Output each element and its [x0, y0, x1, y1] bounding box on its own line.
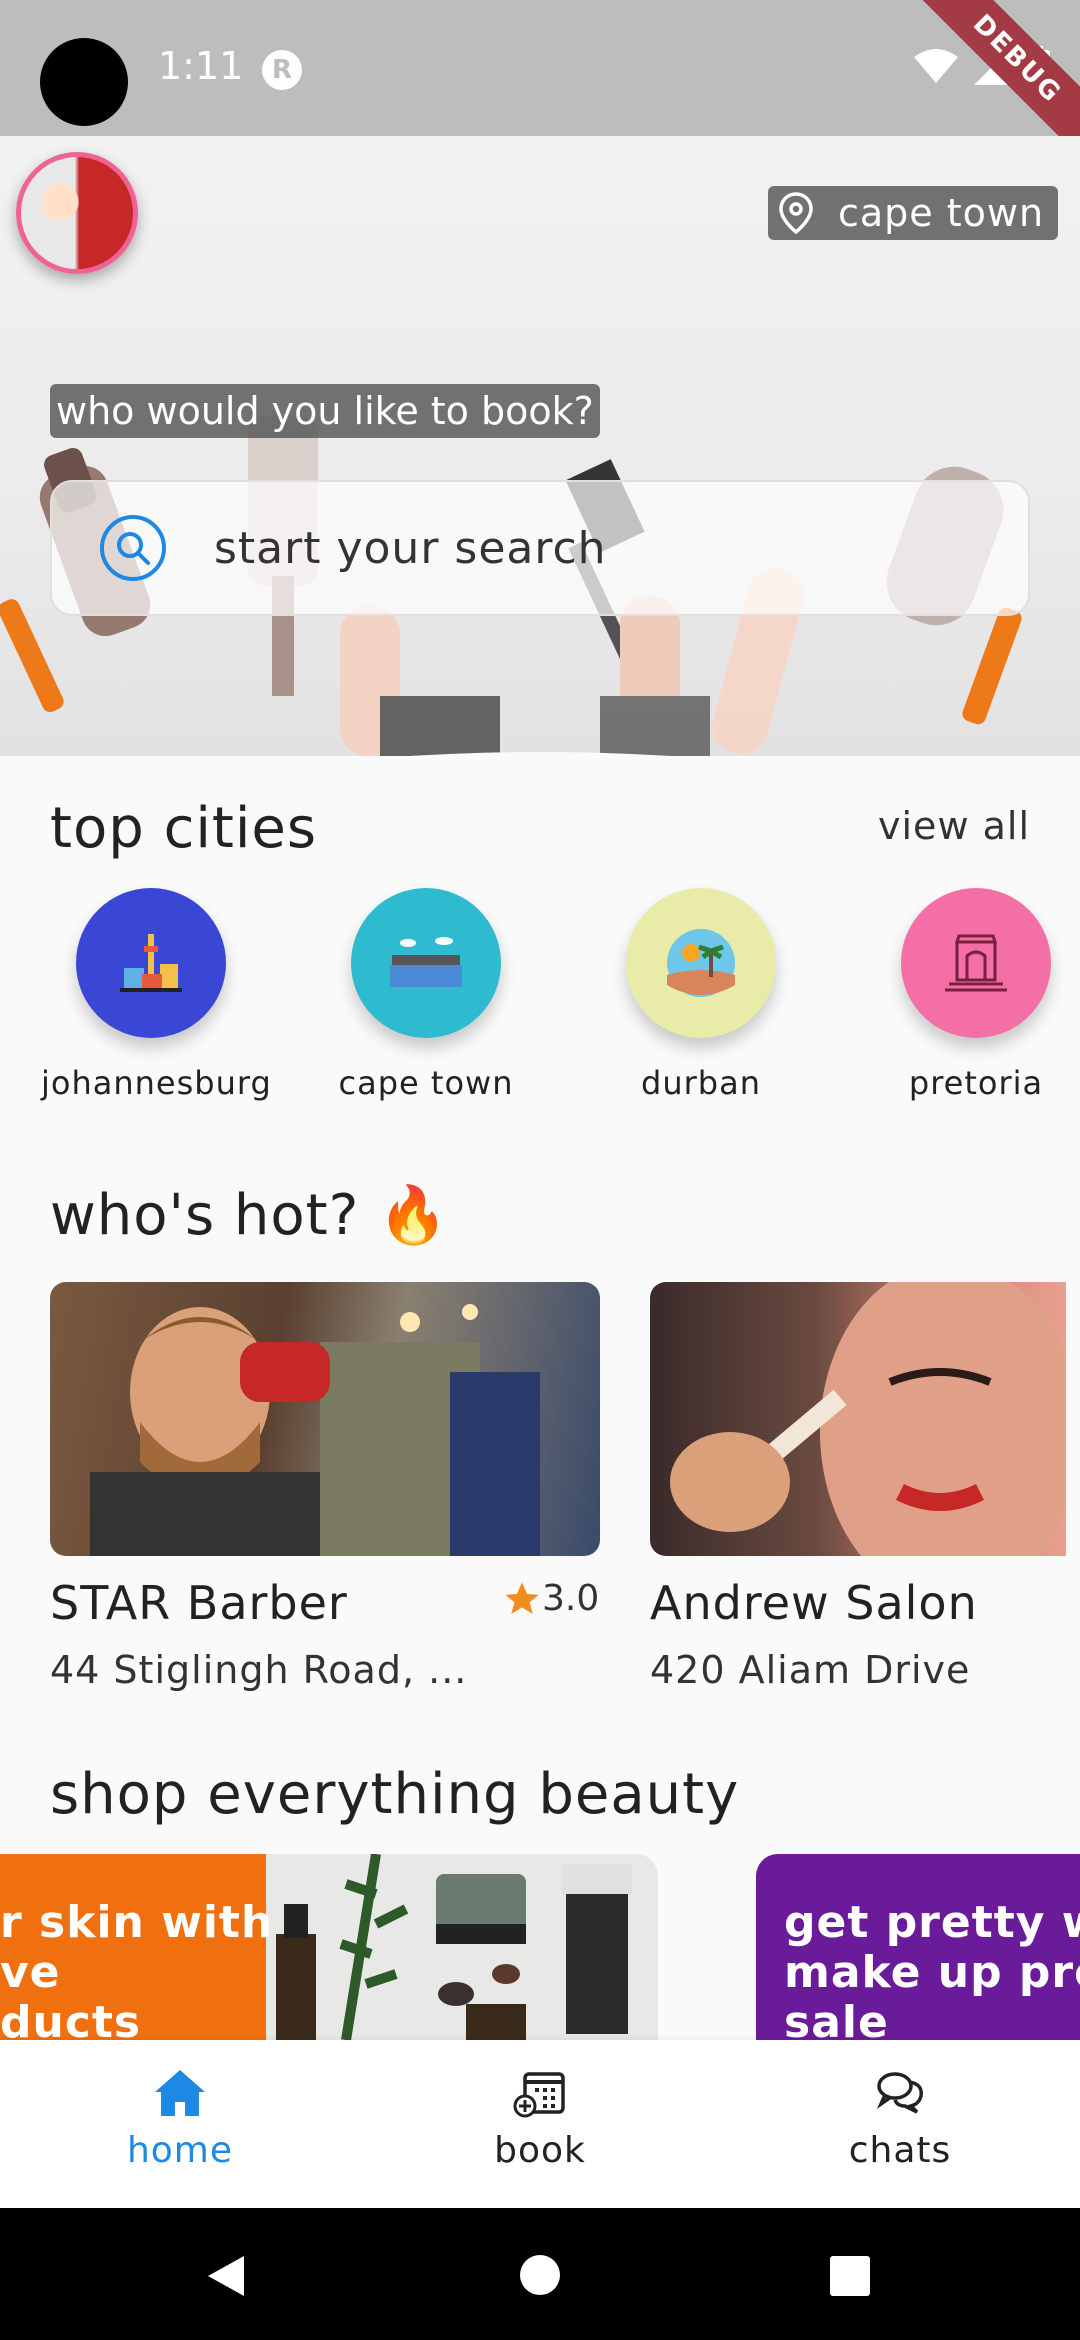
notification-icon: R	[262, 50, 302, 90]
shop-banner-make-up-sale[interactable]: get pretty wit make up proc sale	[756, 1854, 1080, 2040]
top-cities-title: top cities	[50, 796, 318, 861]
search-placeholder: start your search	[214, 522, 607, 574]
status-bar: 1:11 R DEBUG	[0, 0, 1080, 166]
nav-home[interactable]: home	[80, 2068, 280, 2171]
city-item-johannesburg[interactable]: johannesburg	[41, 888, 272, 1102]
search-input[interactable]: start your search	[50, 480, 1030, 616]
wifi-icon	[914, 49, 958, 83]
bottom-navigation: home book chats	[0, 2040, 1080, 2208]
system-navigation-bar	[0, 2208, 1080, 2340]
city-label: durban	[641, 1064, 761, 1102]
view-all-link[interactable]: view all	[878, 804, 1030, 848]
salon-address: 44 Stiglingh Road, ...	[50, 1648, 468, 1692]
star-icon	[505, 1581, 539, 1614]
salon-address: 420 Aliam Drive	[650, 1648, 971, 1692]
salon-photo	[50, 1282, 600, 1556]
camera-cutout	[40, 38, 128, 126]
city-cape-town-icon	[351, 888, 501, 1038]
city-pretoria-icon	[901, 888, 1051, 1038]
location-selector[interactable]: cape town	[768, 186, 1059, 240]
city-item-pretoria[interactable]: pretoria	[866, 888, 1080, 1102]
city-label: cape town	[338, 1064, 514, 1102]
city-label: johannesburg	[41, 1064, 272, 1102]
location-pin-icon	[779, 192, 813, 234]
book-prompt: who would you like to book?	[50, 384, 600, 438]
city-durban-icon	[626, 888, 776, 1038]
home-icon	[155, 2070, 205, 2116]
banner-text: get pretty wit make up proc sale	[784, 1897, 1080, 2041]
banner-text: r skin with ve ducts	[0, 1897, 274, 2041]
search-icon	[100, 515, 166, 581]
calendar-add-icon	[513, 2072, 565, 2118]
city-item-durban[interactable]: durban	[591, 888, 811, 1102]
rating-value: 3.0	[542, 1578, 600, 1619]
salon-name: Andrew Salon	[650, 1576, 978, 1630]
nav-label: chats	[848, 2130, 952, 2171]
salon-rating: 3.0	[502, 1578, 599, 1619]
salon-card-andrew-salon[interactable]: Andrew Salon 420 Aliam Drive	[650, 1282, 1066, 1692]
nav-chats[interactable]: chats	[800, 2068, 1000, 2171]
home-button-icon[interactable]	[519, 2254, 561, 2296]
recents-icon[interactable]	[830, 2256, 870, 2296]
user-avatar[interactable]	[16, 152, 138, 274]
chat-icon	[876, 2072, 923, 2114]
status-time: 1:11	[158, 44, 244, 88]
whos-hot-title: who's hot? 🔥	[50, 1183, 449, 1248]
salon-photo	[650, 1282, 1066, 1556]
back-icon[interactable]	[206, 2254, 246, 2298]
banner-photo	[266, 1854, 658, 2040]
location-label: cape town	[838, 191, 1045, 235]
shop-banner-skin-products[interactable]: r skin with ve ducts	[0, 1854, 658, 2040]
city-label: pretoria	[908, 1064, 1044, 1102]
nav-label: book	[494, 2130, 586, 2171]
city-johannesburg-icon	[76, 888, 226, 1038]
nav-label: home	[126, 2130, 234, 2171]
nav-book[interactable]: book	[440, 2068, 640, 2171]
salon-card-star-barber[interactable]: STAR Barber 44 Stiglingh Road, ...	[50, 1282, 600, 1692]
city-item-cape-town[interactable]: cape town	[316, 888, 536, 1102]
shop-title: shop everything beauty	[50, 1762, 740, 1827]
